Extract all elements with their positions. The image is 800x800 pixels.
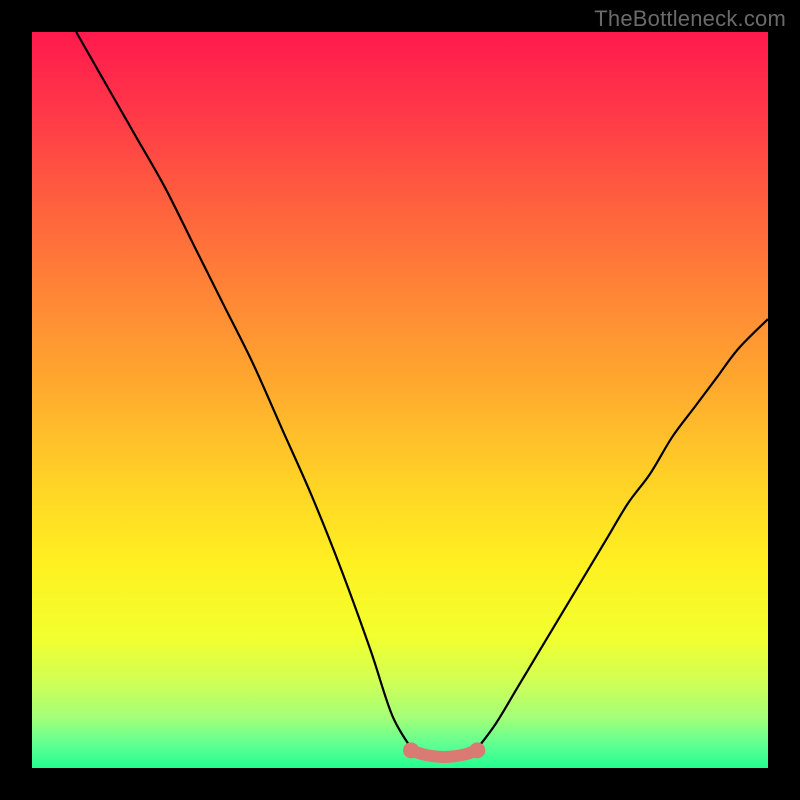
chart-frame: TheBottleneck.com [0, 0, 800, 800]
watermark-text: TheBottleneck.com [594, 6, 786, 32]
heat-gradient-background [32, 32, 768, 768]
gradient-rect [32, 32, 768, 768]
plot-area [32, 32, 768, 768]
